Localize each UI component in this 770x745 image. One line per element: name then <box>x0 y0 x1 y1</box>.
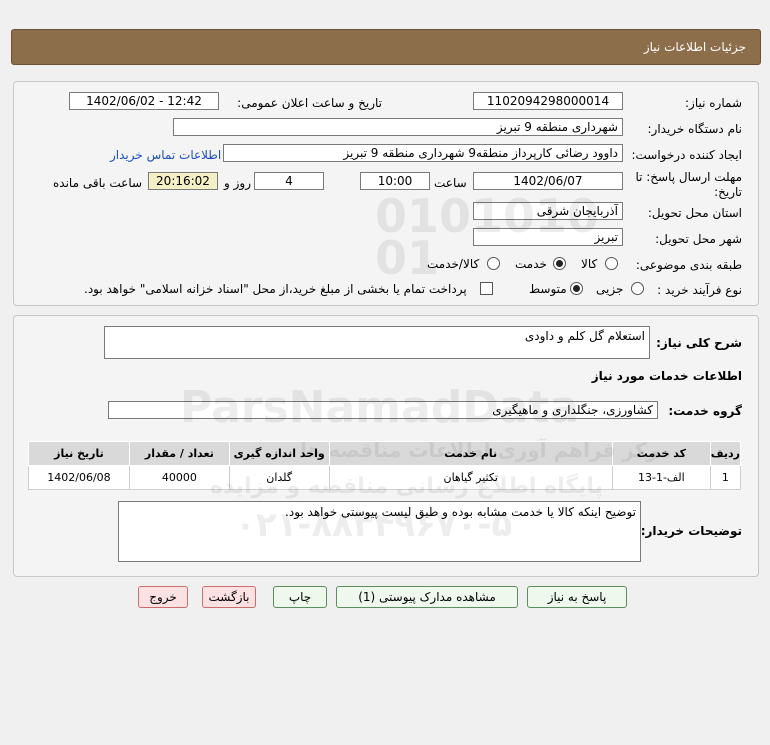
announce-field: 1402/06/02 - 12:42 <box>69 92 219 110</box>
table-row: 1 الف-1-13 تکثیر گیاهان گلدان 40000 1402… <box>28 465 742 490</box>
creator-field: داوود رضائی کارپرداز منطقه9 شهرداری منطق… <box>223 144 623 162</box>
services-table: ردیف کد خدمت نام خدمت واحد اندازه گیری ت… <box>28 441 742 490</box>
process-radio-minor[interactable] <box>631 282 644 295</box>
deadline-label-1: مهلت ارسال پاسخ: تا <box>635 170 742 184</box>
back-button[interactable]: بازگشت <box>202 586 256 608</box>
buyer-org-label: نام دستگاه خریدار: <box>647 122 743 136</box>
exit-button[interactable]: خروج <box>138 586 188 608</box>
payment-checkbox[interactable] <box>480 282 493 295</box>
summary-label: شرح کلی نیاز: <box>656 336 742 350</box>
category-radio-both[interactable] <box>487 257 500 270</box>
province-field: آذربایجان شرقی <box>473 202 623 220</box>
cell-name: تکثیر گیاهان <box>328 465 613 490</box>
process-option-medium: متوسط <box>529 282 567 296</box>
col-code: کد خدمت <box>611 441 711 466</box>
cell-qty: 40000 <box>128 465 230 490</box>
services-title: اطلاعات خدمات مورد نیاز <box>591 369 742 383</box>
category-radio-service[interactable] <box>553 257 566 270</box>
buyer-org-field: شهرداری منطقه 9 تبریز <box>173 118 623 136</box>
buyer-notes-field: توضیح اینکه کالا یا خدمت مشابه بوده و طب… <box>118 501 641 562</box>
service-group-label: گروه خدمت: <box>668 404 742 418</box>
need-number-label: شماره نیاز: <box>685 96 742 110</box>
buyer-notes-label: توضیحات خریدار: <box>640 524 742 538</box>
reply-button[interactable]: پاسخ به نیاز <box>527 586 627 608</box>
cell-date: 1402/06/08 <box>28 465 130 490</box>
creator-label: ایجاد کننده درخواست: <box>631 148 742 162</box>
remaining-label: ساعت باقی مانده <box>53 176 143 190</box>
page-title: جزئیات اطلاعات نیاز <box>643 40 746 54</box>
contact-info-link[interactable]: اطلاعات تماس خریدار <box>110 148 221 162</box>
need-number-field: 1102094298000014 <box>473 92 623 110</box>
process-option-minor: جزیی <box>596 282 624 296</box>
city-field: تبریز <box>473 228 623 246</box>
page-header: جزئیات اطلاعات نیاز <box>11 29 761 65</box>
cell-unit: گلدان <box>228 465 330 490</box>
category-option-both: کالا/خدمت <box>427 257 480 271</box>
service-group-field: کشاورزی، جنگلداری و ماهیگیری <box>108 401 658 419</box>
deadline-date-field: 1402/06/07 <box>473 172 623 190</box>
days-label: روز و <box>224 176 251 190</box>
request-info-panel <box>13 81 759 306</box>
col-unit: واحد اندازه گیری <box>228 441 330 466</box>
category-option-goods: کالا <box>581 257 598 271</box>
days-field: 4 <box>254 172 324 190</box>
deadline-label-2: تاریخ: <box>714 185 742 199</box>
category-radio-goods[interactable] <box>605 257 618 270</box>
attachments-button[interactable]: مشاهده مدارک پیوستی (1) <box>336 586 518 608</box>
announce-label: تاریخ و ساعت اعلان عمومی: <box>237 96 382 110</box>
payment-text: پرداخت تمام یا بخشی از مبلغ خرید،از محل … <box>84 282 467 296</box>
col-date: تاریخ نیاز <box>28 441 130 466</box>
deadline-time-label: ساعت <box>434 176 467 190</box>
cell-code: الف-1-13 <box>611 465 711 490</box>
province-label: استان محل تحویل: <box>647 206 742 220</box>
col-qty: تعداد / مقدار <box>128 441 230 466</box>
cell-row: 1 <box>709 465 742 490</box>
col-row: ردیف <box>709 441 742 466</box>
process-label: نوع فرآیند خرید : <box>657 283 742 297</box>
print-button[interactable]: چاپ <box>273 586 327 608</box>
city-label: شهر محل تحویل: <box>655 232 742 246</box>
process-radio-medium[interactable] <box>570 282 583 295</box>
deadline-time-field: 10:00 <box>360 172 430 190</box>
col-name: نام خدمت <box>328 441 613 466</box>
summary-field: استعلام گل کلم و داودی <box>104 326 650 359</box>
category-label: طبقه بندی موضوعی: <box>635 258 742 272</box>
category-option-service: خدمت <box>515 257 547 271</box>
remaining-time-field: 20:16:02 <box>148 172 218 190</box>
